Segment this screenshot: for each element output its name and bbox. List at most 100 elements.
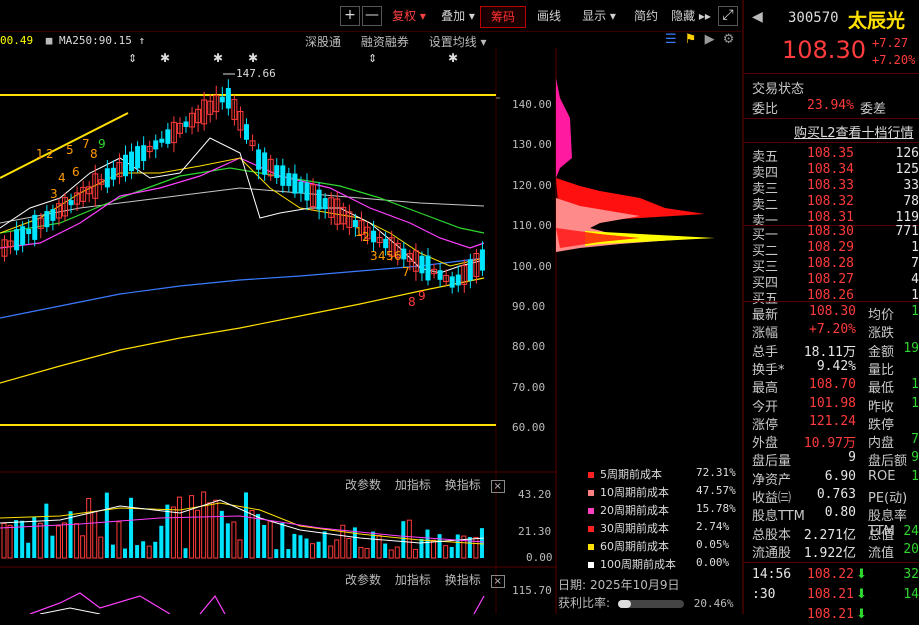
stat-value-2: 1	[911, 377, 919, 393]
ma-settings-link[interactable]: 设置均线 ▾	[429, 35, 487, 49]
svg-text:4: 4	[378, 249, 386, 263]
volume-bar	[437, 534, 442, 558]
volume-panel-links: 改参数 加指标 换指标 ×	[345, 476, 505, 493]
zoom-out-button[interactable]: —	[362, 6, 382, 26]
chip-list-icon[interactable]: ☰	[665, 32, 677, 47]
svg-text:130.00: 130.00	[512, 138, 552, 151]
stat-row: 今开 101.98 昨收 1	[752, 396, 919, 415]
volume-bar	[50, 535, 55, 558]
stat-label: 净资产	[752, 472, 792, 488]
candle	[14, 229, 20, 251]
volume-bar	[346, 537, 352, 559]
cost-row-60: 60周期前成本 0.05%	[588, 538, 729, 554]
candle	[44, 211, 50, 228]
stat-value: 108.30	[809, 304, 856, 319]
back-arrow-icon[interactable]: ◀	[752, 9, 763, 25]
close-icon[interactable]: ×	[490, 480, 505, 493]
tick-row: 108.21 ⬇	[752, 607, 919, 625]
margin-link[interactable]: 融资融券	[361, 35, 409, 49]
macd-param-link[interactable]: 改参数	[345, 573, 381, 587]
chip-tools: ☰ ⚑ ▶ ⚙	[665, 32, 734, 47]
ma250-value: MA250:90.15	[59, 34, 132, 47]
stat-label-2: 总值	[868, 527, 895, 543]
svg-text:110.00: 110.00	[512, 219, 552, 232]
tick-time: 14:56	[752, 567, 792, 582]
bid-price: 108.27	[807, 272, 854, 287]
svg-text:6: 6	[394, 249, 402, 263]
chip-button[interactable]: 筹码	[480, 6, 526, 28]
stat-row: 净资产 6.90 ROE 1	[752, 468, 919, 488]
stat-value: 0.763	[816, 487, 856, 502]
ma250-line	[0, 277, 485, 384]
volume-bar	[467, 537, 472, 558]
volume-bar	[310, 543, 316, 559]
svg-text:4: 4	[58, 171, 66, 185]
candle	[225, 87, 231, 109]
stat-label: 外盘	[752, 436, 779, 452]
svg-text:8: 8	[408, 295, 416, 309]
ask-price: 108.33	[807, 178, 854, 193]
candle	[183, 121, 189, 128]
candle	[141, 145, 147, 162]
chip-flag-icon[interactable]: ⚑	[685, 32, 697, 47]
svg-text:9: 9	[98, 137, 106, 151]
vol-param-link[interactable]: 改参数	[345, 478, 381, 492]
vol-add-indicator-link[interactable]: 加指标	[395, 478, 431, 492]
volume-bar	[55, 525, 61, 559]
chart-toolbar: + — 复权 ▾ 叠加 ▾ 筹码 画线 显示 ▾ 简约 隐藏 ▸▸ ⤢	[0, 0, 741, 32]
volume-bar	[334, 539, 340, 559]
down-arrow-icon: ⬇	[856, 587, 867, 602]
fuquan-dropdown[interactable]: 复权 ▾	[386, 6, 432, 26]
bid-price: 108.30	[807, 224, 854, 239]
zoom-in-button[interactable]: +	[340, 6, 360, 26]
stat-value-2: 1	[911, 468, 919, 484]
chip-play-icon[interactable]: ▶	[705, 32, 715, 47]
stat-row: 总手 18.11万 金额 19	[752, 341, 919, 360]
volume-bar	[7, 524, 13, 559]
display-dropdown[interactable]: 显示 ▾	[576, 6, 622, 26]
draw-line-button[interactable]: 画线	[530, 6, 568, 26]
cost-row-100: 100周期前成本 0.00%	[588, 556, 729, 572]
stat-label: 涨幅	[752, 326, 779, 342]
volume-bar	[159, 525, 164, 558]
stat-row: 流通股 1.922亿 流值 20	[752, 542, 919, 561]
volume-bar	[86, 497, 92, 559]
stat-value: 2.271亿	[803, 527, 856, 543]
svg-text:7: 7	[82, 137, 90, 151]
sgt-link[interactable]: 深股通	[305, 35, 341, 49]
stat-label: 涨停	[752, 417, 779, 433]
stat-value: 10.97万	[803, 436, 856, 452]
simple-button[interactable]: 简约	[626, 6, 666, 26]
vol-swap-indicator-link[interactable]: 换指标	[445, 478, 481, 492]
macd-add-indicator-link[interactable]: 加指标	[395, 573, 431, 587]
close-icon[interactable]: ×	[490, 575, 505, 588]
gear-icon[interactable]: ⚙	[723, 32, 735, 47]
candle	[467, 259, 473, 281]
hide-button[interactable]: 隐藏 ▸▸	[668, 6, 714, 26]
stat-row: 盘后量 9 盘后额 9	[752, 450, 919, 469]
candle	[419, 255, 425, 274]
svg-text:80.00: 80.00	[512, 340, 545, 353]
bid-volume: 7	[911, 256, 919, 271]
macd-swap-indicator-link[interactable]: 换指标	[445, 573, 481, 587]
volume-bar	[37, 522, 43, 559]
price-change: +7.27	[872, 36, 909, 50]
stat-label: 流通股	[752, 545, 792, 561]
volume-bar	[231, 521, 237, 559]
overlay-dropdown[interactable]: 叠加 ▾	[436, 6, 480, 26]
volume-bar	[170, 506, 176, 559]
stat-label: 收益㈢	[752, 491, 792, 506]
stat-row: 最高 108.70 最低 1	[752, 377, 919, 396]
candle	[316, 189, 322, 210]
volume-bar	[189, 495, 195, 559]
volume-bar	[153, 541, 158, 558]
candle	[383, 238, 389, 249]
candle	[20, 226, 26, 246]
expand-icon[interactable]: ⤢	[718, 6, 738, 26]
candle	[298, 181, 304, 194]
stat-label: 今开	[752, 399, 779, 415]
svg-text:90.00: 90.00	[512, 300, 545, 313]
volume-bar	[292, 533, 297, 558]
candle	[165, 129, 171, 144]
l2-link[interactable]: 购买L2查看十档行情	[794, 122, 919, 141]
